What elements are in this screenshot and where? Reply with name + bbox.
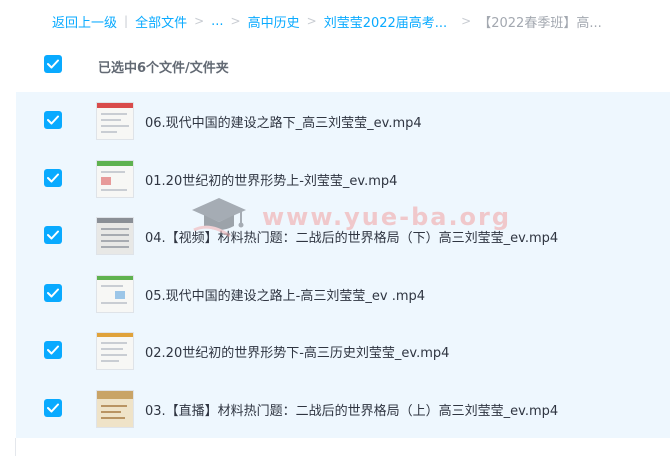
check-icon [47,173,59,183]
selection-summary: 已选中6个文件/文件夹 [98,61,229,76]
breadcrumb-separator: | [124,14,129,28]
check-icon [47,345,59,355]
file-row[interactable]: 03.【直播】材料热门题：二战后的世界格局（上）高三刘莹莹_ev.mp4 [16,380,670,438]
check-icon [47,403,59,413]
check-icon [47,230,59,240]
video-thumbnail[interactable] [96,332,134,371]
check-icon [47,288,59,298]
selection-bar: 已选中6个文件/文件夹 [0,44,670,88]
breadcrumb-separator: > [306,14,317,28]
file-row[interactable]: 01.20世纪初的世界形势上-刘莹莹_ev.mp4 [16,150,670,208]
check-icon [47,115,59,125]
file-row[interactable]: 04.【视频】材料热门题：二战后的世界格局（下）高三刘莹莹_ev.mp4 [16,207,670,265]
file-name[interactable]: 03.【直播】材料热门题：二战后的世界格局（上）高三刘莹莹_ev.mp4 [145,400,558,419]
file-row[interactable]: 05.现代中国的建设之路上-高三刘莹莹_ev .mp4 [16,265,670,323]
file-checkbox[interactable] [44,283,62,302]
breadcrumb-subject-link[interactable]: 高中历史 [248,12,300,31]
breadcrumb-ellipsis-link[interactable]: ... [211,14,223,29]
breadcrumb-current-folder: 【2022春季班】高... [478,15,602,31]
file-checkbox[interactable] [44,399,62,417]
breadcrumb-separator: > [194,14,205,28]
check-icon [47,59,59,69]
file-name[interactable]: 01.20世纪初的世界形势上-刘莹莹_ev.mp4 [145,170,397,189]
file-checkbox[interactable] [44,111,62,129]
video-thumbnail[interactable] [96,159,134,198]
breadcrumb-separator: > [230,14,241,28]
file-row[interactable]: 02.20世纪初的世界形势下-高三历史刘莹莹_ev.mp4 [16,322,670,380]
file-name[interactable]: 05.现代中国的建设之路上-高三刘莹莹_ev .mp4 [145,285,425,304]
file-checkbox[interactable] [44,341,62,360]
breadcrumb-course-link[interactable]: 刘莹莹2022届高考... [324,12,447,31]
breadcrumb: 返回上一级 | 全部文件 > ... > 高中历史 > 刘莹莹2022届高考..… [52,10,602,32]
select-all-checkbox[interactable] [44,55,62,73]
breadcrumb-separator: > [461,14,472,28]
file-checkbox[interactable] [44,168,62,187]
file-name[interactable]: 02.20世纪初的世界形势下-高三历史刘莹莹_ev.mp4 [145,342,449,361]
breadcrumb-all-files-link[interactable]: 全部文件 [135,12,187,31]
video-thumbnail[interactable] [96,274,134,313]
file-name[interactable]: 06.现代中国的建设之路下_高三刘莹莹_ev.mp4 [145,112,422,131]
breadcrumb-back-link[interactable]: 返回上一级 [52,12,117,31]
divider [15,438,16,456]
file-name[interactable]: 04.【视频】材料热门题：二战后的世界格局（下）高三刘莹莹_ev.mp4 [145,227,558,246]
file-list: 06.现代中国的建设之路下_高三刘莹莹_ev.mp4 01.20世纪初的世界形势… [16,92,670,438]
file-row[interactable]: 06.现代中国的建设之路下_高三刘莹莹_ev.mp4 [16,92,670,150]
file-checkbox[interactable] [44,226,62,245]
video-thumbnail[interactable] [96,102,134,140]
video-thumbnail[interactable] [96,390,134,428]
video-thumbnail[interactable] [96,217,134,256]
